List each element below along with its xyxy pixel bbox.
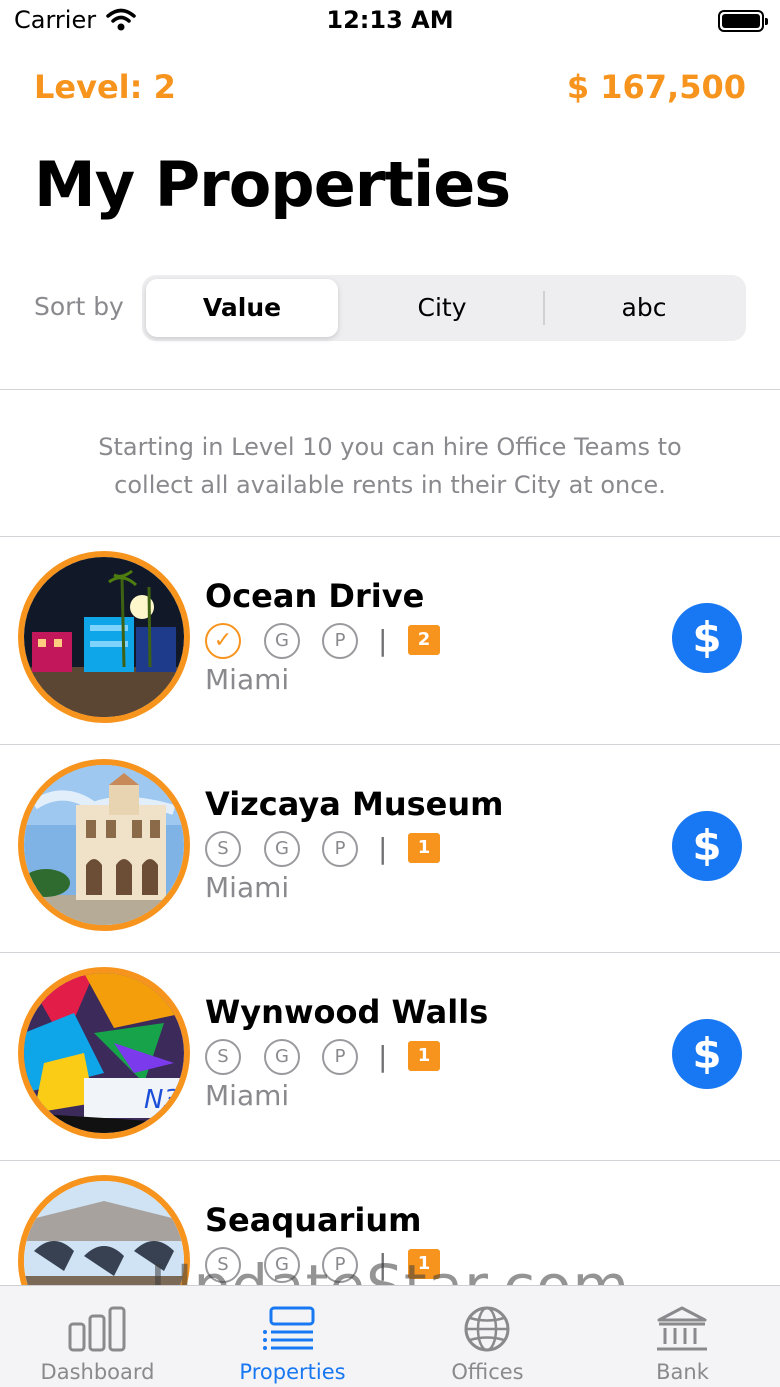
ocean-drive-photo <box>24 557 184 717</box>
g-badge-icon: G <box>264 1247 300 1283</box>
office-teams-info: Starting in Level 10 you can hire Office… <box>98 433 682 499</box>
checkmark-icon: ✓ <box>205 623 241 659</box>
clock: 12:13 AM <box>326 6 454 34</box>
separator: | <box>378 1040 388 1073</box>
tab-properties[interactable]: Properties <box>195 1286 390 1387</box>
battery-icon <box>718 10 768 32</box>
property-level-badge: 2 <box>408 625 440 655</box>
tab-label: Properties <box>239 1360 346 1384</box>
property-thumbnail <box>18 759 190 931</box>
s-badge-icon: S <box>205 1247 241 1283</box>
tab-bank[interactable]: Bank <box>585 1286 780 1387</box>
balance-amount: $ 167,500 <box>566 68 746 106</box>
property-level-badge: 1 <box>408 833 440 863</box>
g-badge-icon: G <box>264 831 300 867</box>
segment-divider <box>543 291 545 325</box>
list-icon <box>263 1306 315 1350</box>
vizcaya-museum-photo <box>24 765 184 925</box>
property-thumbnail: N30 <box>18 967 190 1139</box>
tab-label: Bank <box>656 1360 709 1384</box>
property-city: Miami <box>205 663 290 696</box>
p-badge-icon: P <box>322 1039 358 1075</box>
g-badge-icon: G <box>264 1039 300 1075</box>
svg-text:N30: N30 <box>144 1085 184 1115</box>
sort-label: Sort by <box>34 292 124 321</box>
level-indicator: Level: 2 <box>34 68 176 106</box>
divider <box>0 389 780 390</box>
tab-bar: Dashboard Properties Offices Bank <box>0 1285 780 1387</box>
property-city: Miami <box>205 1079 290 1112</box>
property-level-badge: 1 <box>408 1041 440 1071</box>
bar-chart-icon <box>68 1306 126 1352</box>
tab-offices[interactable]: Offices <box>390 1286 585 1387</box>
p-badge-icon: P <box>322 623 358 659</box>
p-badge-icon: P <box>322 831 358 867</box>
property-thumbnail <box>18 551 190 723</box>
separator: | <box>378 832 388 865</box>
sort-option-abc[interactable]: abc <box>548 279 740 337</box>
p-badge-icon: P <box>322 1247 358 1283</box>
tab-label: Offices <box>451 1360 524 1384</box>
sort-segmented-control: Value City abc <box>142 275 746 341</box>
s-badge-icon: S <box>205 831 241 867</box>
status-bar: Carrier 12:13 AM <box>0 0 780 44</box>
tab-dashboard[interactable]: Dashboard <box>0 1286 195 1387</box>
property-name: Ocean Drive <box>205 577 425 615</box>
property-row-vizcaya-museum[interactable]: Vizcaya Museum S G P | 1 Miami $ <box>0 745 780 953</box>
property-city: Miami <box>205 871 290 904</box>
sort-option-city[interactable]: City <box>346 279 538 337</box>
property-row-ocean-drive[interactable]: Ocean Drive ✓ G P | 2 Miami $ <box>0 537 780 745</box>
sort-option-value[interactable]: Value <box>146 279 338 337</box>
property-name: Seaquarium <box>205 1201 422 1239</box>
globe-icon <box>464 1306 510 1352</box>
wynwood-walls-photo: N30 <box>24 973 184 1133</box>
collect-rent-button[interactable]: $ <box>672 811 742 881</box>
property-name: Vizcaya Museum <box>205 785 504 823</box>
g-badge-icon: G <box>264 623 300 659</box>
page-title: My Properties <box>34 148 511 221</box>
property-row-wynwood-walls[interactable]: N30 Wynwood Walls S G P | 1 Miami $ <box>0 953 780 1161</box>
tab-label: Dashboard <box>40 1360 155 1384</box>
bank-icon <box>657 1306 707 1351</box>
property-name: Wynwood Walls <box>205 993 489 1031</box>
collect-rent-button[interactable]: $ <box>672 603 742 673</box>
separator: | <box>378 1248 388 1281</box>
separator: | <box>378 624 388 657</box>
s-badge-icon: S <box>205 1039 241 1075</box>
collect-rent-button[interactable]: $ <box>672 1019 742 1089</box>
property-level-badge: 1 <box>408 1249 440 1279</box>
